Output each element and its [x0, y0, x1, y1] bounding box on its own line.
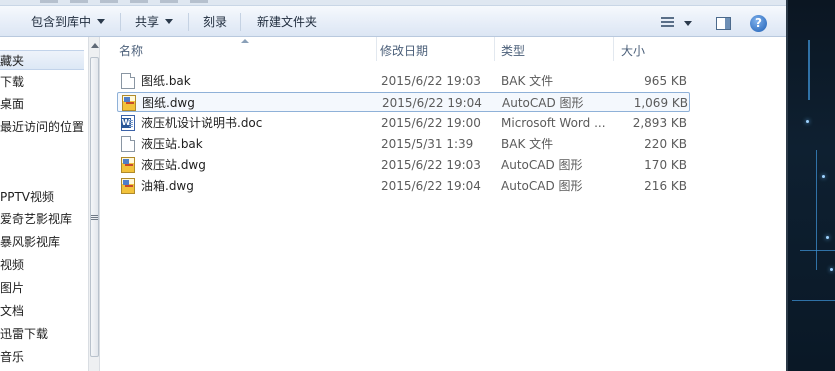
navigation-scrollbar[interactable] — [88, 37, 100, 371]
file-row[interactable]: 图纸.dwg 2015/6/22 19:04 AutoCAD 图形 1,069 … — [117, 92, 690, 112]
nav-item-videos[interactable]: 视频 — [0, 255, 24, 275]
column-header-size[interactable]: 大小 — [603, 37, 673, 61]
scrollbar-thumb[interactable] — [90, 57, 99, 357]
file-name: 液压站.dwg — [141, 158, 206, 172]
word-icon — [121, 115, 135, 131]
file-size: 220 KB — [644, 137, 687, 151]
chevron-down-icon — [97, 19, 106, 24]
scroll-up-arrow-icon[interactable] — [91, 43, 99, 48]
file-type: AutoCAD 图形 — [501, 179, 583, 193]
file-name: 液压机设计说明书.doc — [141, 116, 263, 130]
scrollbar-grip-icon — [91, 215, 98, 221]
help-icon[interactable]: ? — [750, 15, 767, 32]
file-type: Microsoft Word ... — [501, 116, 606, 130]
include-in-library-label: 包含到库中 — [31, 15, 92, 29]
nav-item-pptv[interactable]: PPTV视频 — [0, 187, 54, 207]
file-date: 2015/6/22 19:04 — [381, 179, 481, 193]
toolbar-divider — [188, 13, 189, 31]
desktop-wallpaper — [786, 0, 835, 371]
column-header-name[interactable]: 名称 — [101, 37, 376, 61]
chevron-down-icon — [165, 19, 174, 24]
file-name: 油箱.dwg — [141, 179, 194, 193]
command-bar: 包含到库中 共享 刻录 新建文件夹 ? — [0, 6, 786, 37]
burn-button[interactable]: 刻录 — [203, 13, 227, 31]
nav-item-recent-places[interactable]: 最近访问的位置 — [0, 117, 84, 137]
include-in-library-button[interactable]: 包含到库中 — [31, 13, 106, 31]
toolbar-divider — [120, 13, 121, 31]
file-type: AutoCAD 图形 — [502, 96, 584, 110]
file-row[interactable]: 油箱.dwg 2015/6/22 19:04 AutoCAD 图形 216 KB — [117, 176, 690, 196]
nav-item-music[interactable]: 音乐 — [0, 347, 24, 367]
file-name: 液压站.bak — [141, 137, 203, 151]
file-size: 1,069 KB — [633, 96, 688, 110]
autocad-icon — [121, 178, 135, 194]
file-type: BAK 文件 — [501, 137, 554, 151]
column-header-type[interactable]: 类型 — [483, 37, 593, 61]
share-label: 共享 — [135, 15, 160, 29]
file-row[interactable]: 液压站.bak 2015/5/31 1:39 BAK 文件 220 KB — [117, 134, 690, 154]
file-date: 2015/6/22 19:03 — [381, 74, 481, 88]
autocad-icon — [121, 157, 135, 173]
file-row[interactable]: 液压机设计说明书.doc 2015/6/22 19:00 Microsoft W… — [117, 113, 690, 133]
file-date: 2015/6/22 19:04 — [382, 96, 482, 110]
nav-item-iqiyi[interactable]: 爱奇艺影视库 — [0, 209, 72, 229]
navigation-pane: 藏夹 下载 桌面 最近访问的位置 PPTV视频 爱奇艺影视库 暴风影视库 视频 … — [0, 37, 88, 371]
file-date: 2015/6/22 19:00 — [381, 116, 481, 130]
preview-pane-icon[interactable] — [716, 17, 731, 30]
column-header-date[interactable]: 修改日期 — [362, 37, 482, 61]
file-type: BAK 文件 — [501, 74, 554, 88]
nav-item-favorites[interactable]: 藏夹 — [0, 50, 84, 70]
file-date: 2015/5/31 1:39 — [381, 137, 474, 151]
file-size: 216 KB — [644, 179, 687, 193]
nav-item-desktop[interactable]: 桌面 — [0, 94, 24, 114]
file-name: 图纸.bak — [141, 74, 191, 88]
change-view-icon[interactable] — [661, 17, 674, 28]
nav-item-pictures[interactable]: 图片 — [0, 278, 24, 298]
file-icon — [121, 136, 135, 152]
toolbar-divider — [240, 13, 241, 31]
file-size: 170 KB — [644, 158, 687, 172]
nav-item-downloads[interactable]: 下载 — [0, 72, 24, 92]
nav-item-documents[interactable]: 文档 — [0, 301, 24, 321]
file-date: 2015/6/22 19:03 — [381, 158, 481, 172]
file-type: AutoCAD 图形 — [501, 158, 583, 172]
view-options-chevron-icon[interactable] — [684, 21, 692, 26]
nav-item-baofeng[interactable]: 暴风影视库 — [0, 232, 60, 252]
share-button[interactable]: 共享 — [135, 13, 174, 31]
file-size: 965 KB — [644, 74, 687, 88]
file-icon — [121, 73, 135, 89]
file-row[interactable]: 图纸.bak 2015/6/22 19:03 BAK 文件 965 KB — [117, 71, 690, 91]
file-size: 2,893 KB — [632, 116, 687, 130]
window-right-border — [786, 0, 788, 371]
nav-item-thunder-downloads[interactable]: 迅雷下载 — [0, 324, 48, 344]
file-list: 名称 修改日期 类型 大小 图纸.bak 2015/6/22 19:03 BAK… — [101, 37, 786, 371]
file-name: 图纸.dwg — [142, 96, 195, 110]
new-folder-button[interactable]: 新建文件夹 — [257, 13, 317, 31]
file-row[interactable]: 液压站.dwg 2015/6/22 19:03 AutoCAD 图形 170 K… — [117, 155, 690, 175]
autocad-icon — [122, 95, 136, 111]
